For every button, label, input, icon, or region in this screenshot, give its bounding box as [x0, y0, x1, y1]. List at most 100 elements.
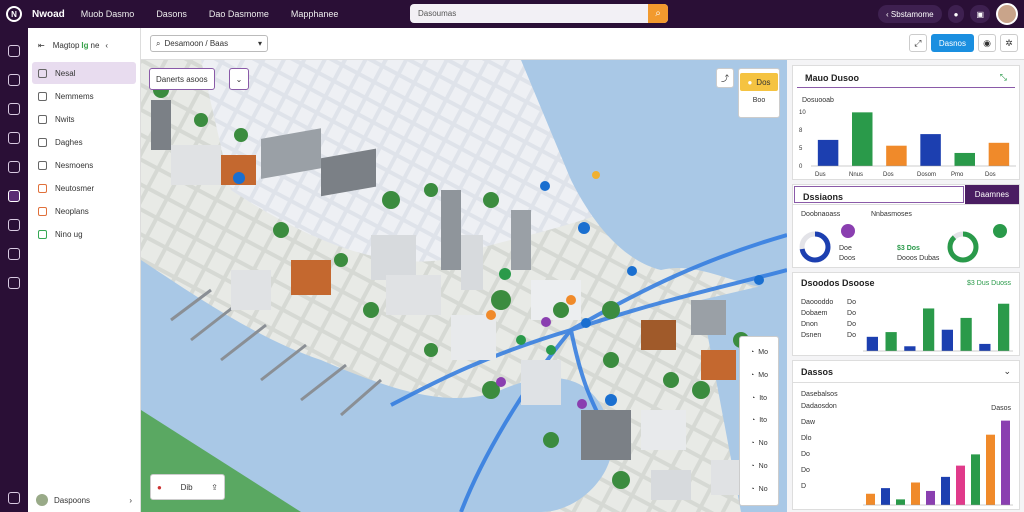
map-control-row[interactable]: ◔ No	[750, 440, 767, 447]
view-select[interactable]: ⌕ Desamoon / Baas ▾	[150, 35, 268, 52]
card4-bar	[911, 482, 920, 505]
x-tick-label: Dos	[883, 172, 894, 178]
sidebar: ⇤ Magtop Ig ne ‹ Nesal Nemmems Nwits Daghes…	[28, 28, 141, 512]
card4-bar	[956, 465, 965, 505]
settings-icon[interactable]	[8, 277, 20, 289]
donut1-badge	[841, 224, 855, 238]
notification-icon[interactable]: ●	[947, 5, 965, 23]
sidebar-item[interactable]: Nwits	[32, 108, 136, 130]
city-map[interactable]	[141, 60, 787, 512]
sidebar-item[interactable]: Nino ug	[32, 223, 136, 245]
sidebar-item-label: Daghes	[55, 137, 83, 147]
map-side-controls: ◔ Mo ◔ Mo ◔ Ito ◔ Ito ◔ No ◔ No ◔ No	[739, 336, 779, 506]
shield-icon[interactable]	[8, 161, 20, 173]
sidebar-item[interactable]: Nemmems	[32, 85, 136, 107]
nav-item-2[interactable]: Dao Dasmome	[209, 9, 269, 19]
menu-item-icon	[38, 160, 47, 170]
x-tick-label: Dosom	[917, 172, 936, 178]
map-control-label: Ito	[759, 394, 768, 402]
map-control-label: Ito	[759, 417, 768, 425]
sidebar-item[interactable]: Neoplans	[32, 200, 136, 222]
card1-bar	[988, 142, 1010, 166]
search-icon[interactable]: ⌕	[648, 4, 668, 23]
collapse-icon[interactable]: ⇤	[38, 41, 45, 50]
expand-icon[interactable]: ⤢	[908, 34, 927, 52]
card4-bar	[926, 490, 935, 505]
nav-item-3[interactable]: Mapphanee	[291, 9, 339, 19]
user-menu-icon[interactable]: ▣	[970, 5, 990, 23]
map-icon[interactable]	[8, 190, 20, 202]
metric-value: Do	[847, 310, 856, 317]
chevron-down-icon[interactable]: ⌄	[1003, 366, 1011, 377]
chevron-right-icon[interactable]: ›	[129, 496, 132, 505]
map-control-row[interactable]: ◔ Ito	[751, 417, 767, 424]
layer-icon: ◔	[750, 485, 755, 493]
metric-row: Dnon Do	[801, 321, 856, 328]
calendar-icon[interactable]	[8, 219, 20, 231]
menu-item-icon	[38, 114, 47, 124]
x-tick-label: Dos	[985, 172, 996, 178]
nav-item-1[interactable]: Dasons	[156, 9, 187, 19]
sidebar-item[interactable]: Daghes	[32, 131, 136, 153]
location-pill[interactable]: ‹ Sbstamome	[878, 5, 942, 23]
y-tick-label: 0	[799, 164, 803, 170]
card-metrics: Dsoodos Dsoose $3 Dus Duoss Daoooddo Do Do…	[792, 272, 1020, 356]
building-icon[interactable]	[8, 132, 20, 144]
workspace-header[interactable]: ⇤ Magtop Ig ne ‹	[28, 28, 140, 62]
card2-donut2-sub: Dooos Dubas	[897, 255, 940, 262]
sidebar-item[interactable]: Neutosmer	[32, 177, 136, 199]
nav-item-0[interactable]: Muob Dasmo	[81, 9, 135, 19]
clock-icon[interactable]	[8, 103, 20, 115]
filter-chip-dropdown[interactable]: ⌄	[229, 68, 249, 90]
card2-donut1-pct: Doe	[839, 245, 852, 252]
filter-chip[interactable]: Danerts asoos	[149, 68, 215, 90]
map-canvas[interactable]: Danerts asoos ⌄ ⤴ ● Dos Boo ◔ Mo ◔ Mo ◔ Ito ◔ I…	[141, 60, 787, 512]
layer-icon: ◔	[750, 417, 756, 425]
search-input[interactable]: Dasoumas	[418, 9, 648, 18]
share-icon[interactable]: ⇪	[211, 483, 218, 492]
primary-button[interactable]: Dasnos	[930, 34, 974, 52]
home-icon[interactable]	[8, 45, 20, 57]
metric-value: Do	[847, 299, 856, 306]
map-control-label: Mo	[758, 371, 768, 379]
sidebar-item-label: Nesal	[55, 68, 76, 78]
sidebar-item[interactable]: Nesal	[32, 62, 136, 84]
x-tick-label: Nnus	[849, 172, 863, 178]
map-control-row[interactable]: ◔ Mo	[750, 349, 768, 356]
global-search[interactable]: Dasoumas ⌕	[410, 4, 668, 23]
legend-box[interactable]: ● Dos Boo	[738, 68, 780, 118]
app-logo[interactable]: N	[6, 6, 22, 22]
logout-icon[interactable]	[8, 492, 20, 504]
card4-bar	[986, 434, 995, 505]
map-control-row[interactable]: ◔ No	[750, 486, 767, 493]
sidebar-item[interactable]: Nesmoens	[32, 154, 136, 176]
camera-icon[interactable]: ◉	[978, 34, 996, 52]
layers-icon[interactable]	[8, 74, 20, 86]
map-control-row[interactable]: ◔ Mo	[750, 372, 768, 379]
card3-bar	[960, 317, 972, 351]
card1-title: Mauo Dusoo	[805, 72, 859, 83]
menu-item-icon	[38, 183, 47, 193]
team-avatar	[36, 494, 48, 506]
chevron-down-icon[interactable]: ‹	[105, 41, 108, 50]
footer-label: Daspoons	[54, 495, 91, 505]
avatar[interactable]	[996, 3, 1018, 25]
sidebar-item-label: Nesmoens	[55, 160, 94, 170]
sidebar-footer[interactable]: Daspoons ›	[36, 494, 132, 506]
settings-icon[interactable]: ✲	[1000, 34, 1018, 52]
card-main-chart: Mauo Dusoo ⤡ Dosuooab 10 8 5 0 Dus Nnus Dos Dos…	[792, 65, 1020, 180]
card1-bar	[954, 152, 975, 166]
list-item: Daw	[801, 419, 816, 426]
workspace-suffix: Ig	[81, 40, 89, 50]
card2-button[interactable]: Daamnes	[964, 185, 1019, 204]
card3-bar	[904, 346, 916, 351]
expand-icon[interactable]: ⤡	[1000, 72, 1007, 83]
globe-icon[interactable]	[8, 248, 20, 260]
layer-icon: ◔	[750, 371, 755, 379]
card3-bar	[941, 329, 953, 351]
chevron-down-icon: ▾	[257, 39, 262, 48]
bottom-chip[interactable]: ● Dib ⇪	[150, 474, 225, 500]
map-control-row[interactable]: ◔ Ito	[751, 395, 767, 402]
compass-button[interactable]: ⤴	[716, 68, 734, 88]
map-control-row[interactable]: ◔ No	[750, 463, 767, 470]
